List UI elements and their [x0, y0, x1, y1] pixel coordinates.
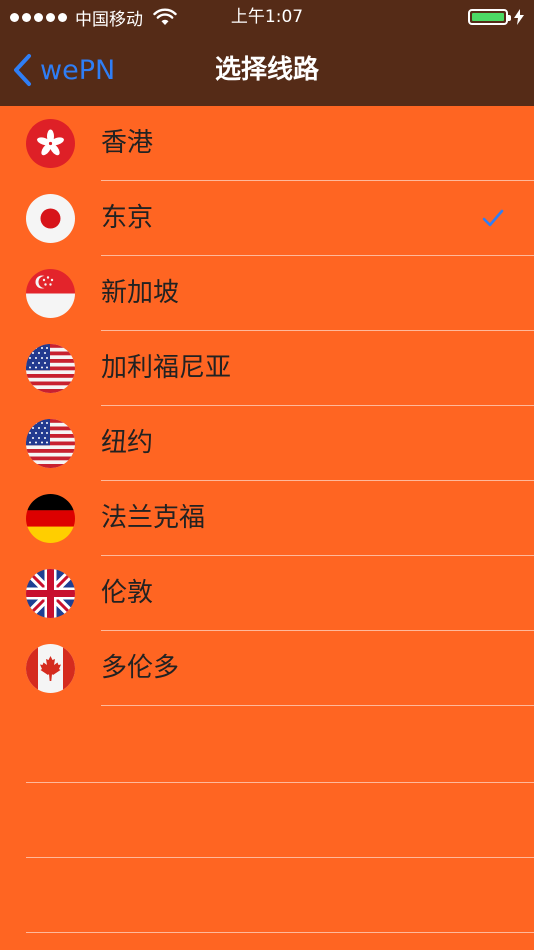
route-name: 新加坡	[101, 278, 180, 308]
empty-row-divider	[26, 857, 534, 858]
navigation-bar: wePN 选择线路	[0, 34, 534, 106]
route-name: 纽约	[101, 428, 154, 458]
route-name: 加利福尼亚	[101, 353, 232, 383]
japan-flag-icon	[26, 194, 75, 243]
singapore-flag-icon	[26, 269, 75, 318]
battery-icon	[468, 9, 511, 25]
route-item-singapore[interactable]: 新加坡	[0, 256, 534, 331]
empty-row-divider	[26, 782, 534, 783]
route-list: 香港 东京 新加坡 加利福尼亚 纽约 法兰克福 伦敦 多伦多	[0, 106, 534, 706]
empty-row-divider	[26, 932, 534, 933]
row-divider	[101, 705, 534, 706]
route-item-toronto[interactable]: 多伦多	[0, 631, 534, 706]
hong-kong-flag-icon	[26, 119, 75, 168]
route-item-california[interactable]: 加利福尼亚	[0, 331, 534, 406]
charging-bolt-icon	[514, 9, 524, 25]
canada-flag-icon	[26, 644, 75, 693]
route-item-new-york[interactable]: 纽约	[0, 406, 534, 481]
page-title: 选择线路	[214, 55, 319, 85]
route-item-tokyo[interactable]: 东京	[0, 181, 534, 256]
route-name: 伦敦	[101, 578, 154, 608]
uk-flag-icon	[26, 569, 75, 618]
status-bar: 中国移动 上午1:07	[0, 0, 534, 34]
checkmark-icon	[482, 209, 504, 227]
route-name: 香港	[101, 128, 154, 158]
route-item-hong-kong[interactable]: 香港	[0, 106, 534, 181]
route-name: 多伦多	[101, 653, 180, 683]
route-name: 法兰克福	[101, 503, 206, 533]
status-time: 上午1:07	[230, 7, 304, 27]
route-item-london[interactable]: 伦敦	[0, 556, 534, 631]
germany-flag-icon	[26, 494, 75, 543]
usa-flag-icon	[26, 419, 75, 468]
status-right	[468, 0, 524, 34]
route-name: 东京	[101, 203, 154, 233]
route-item-frankfurt[interactable]: 法兰克福	[0, 481, 534, 556]
usa-flag-icon	[26, 344, 75, 393]
